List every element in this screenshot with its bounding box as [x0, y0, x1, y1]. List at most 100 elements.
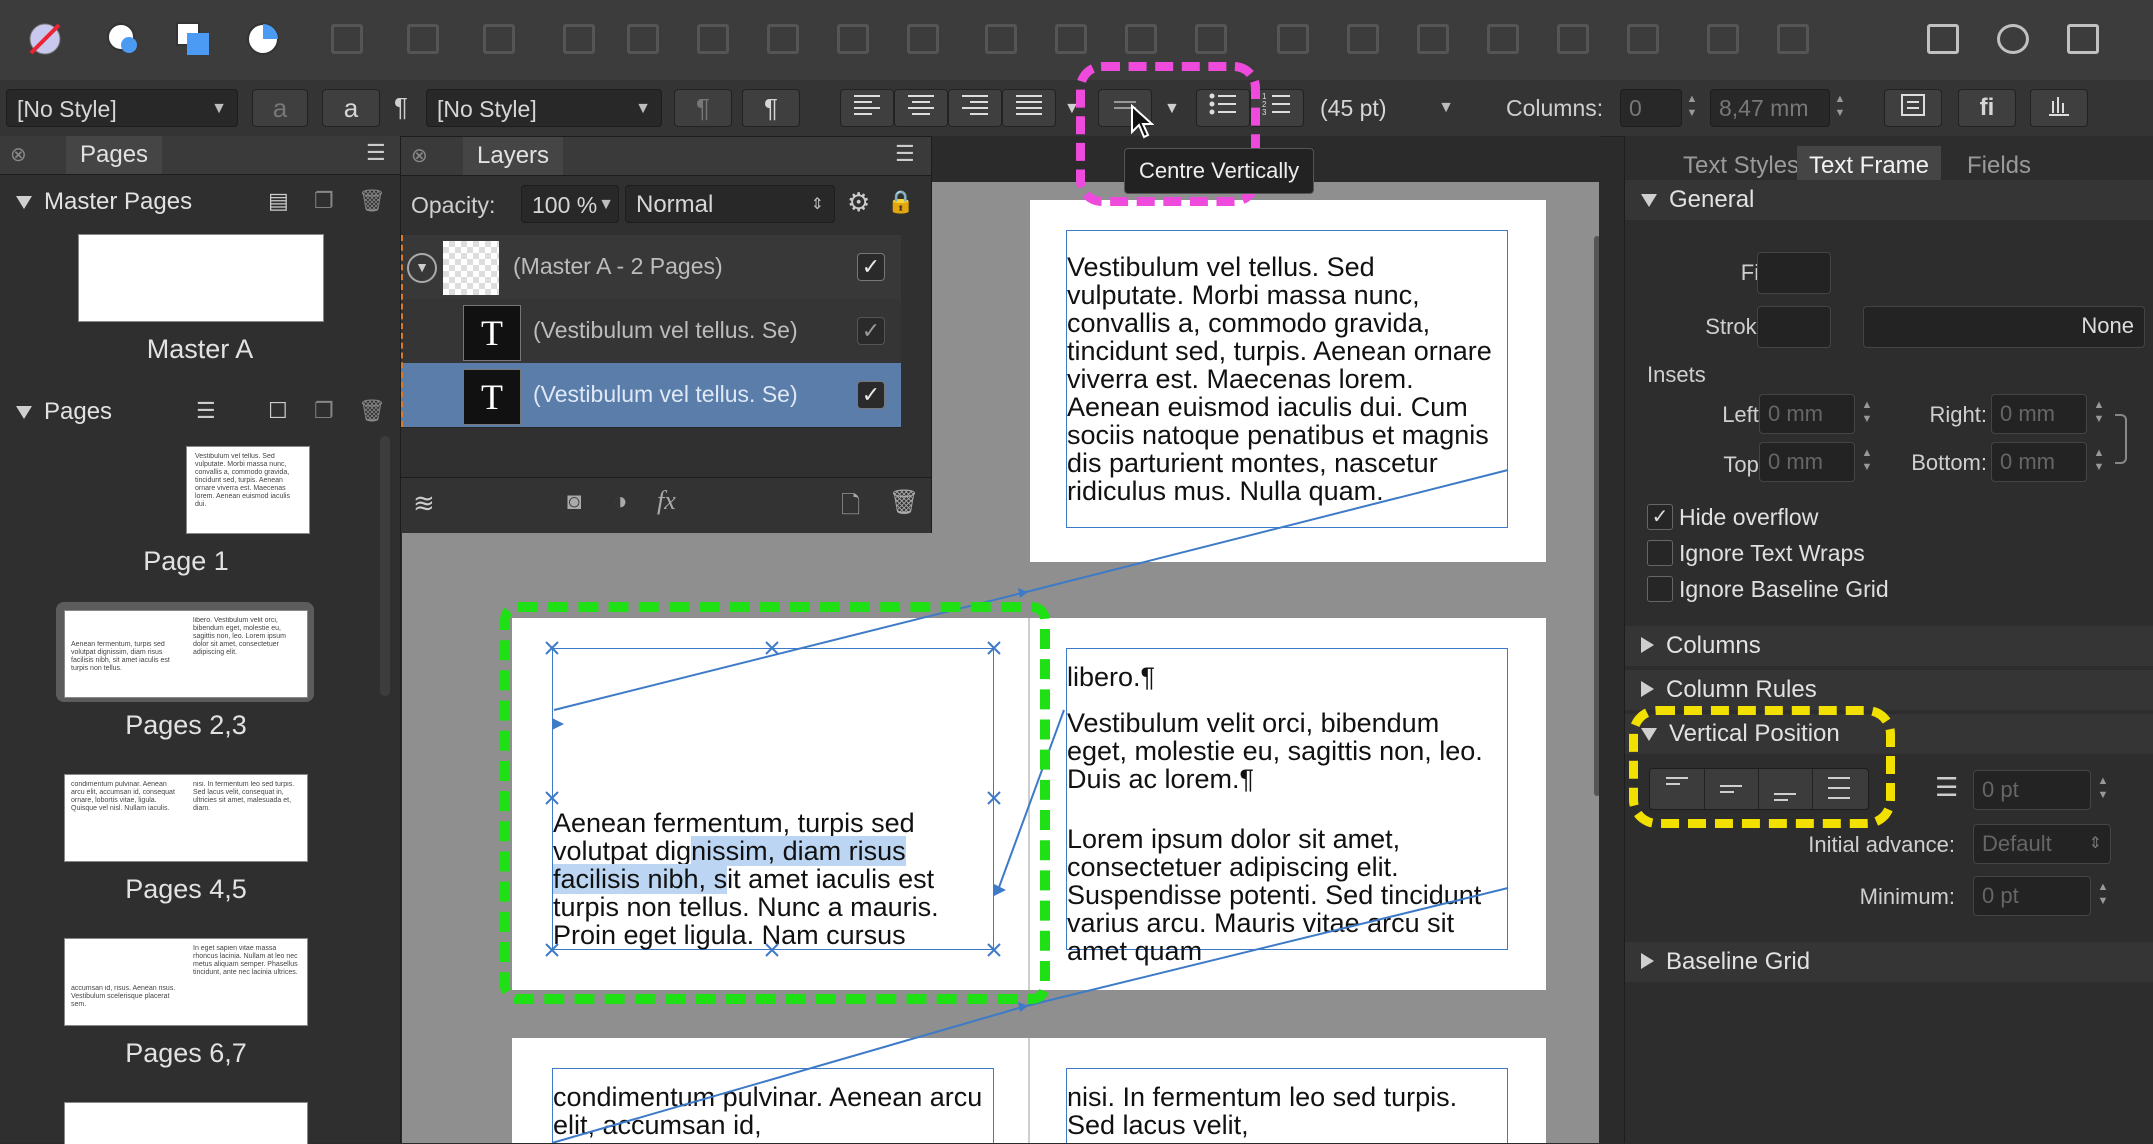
- align-left-text-button[interactable]: [840, 89, 894, 127]
- minimum-stepper[interactable]: ▲ ▼: [2095, 880, 2111, 908]
- layer-row-text-2[interactable]: T (Vestibulum vel tellus. Se) ✓: [401, 363, 901, 428]
- no-fill-icon[interactable]: [16, 12, 74, 66]
- rotate-right-icon[interactable]: [1182, 12, 1240, 66]
- delete-master-icon[interactable]: 🗑: [358, 188, 386, 214]
- columns-stepper[interactable]: ▲ ▼: [1684, 92, 1700, 120]
- combine-icon[interactable]: [1614, 12, 1672, 66]
- justify-text-button[interactable]: [1002, 89, 1056, 127]
- paragraph-style-dropdown[interactable]: [No Style] ▼: [426, 89, 662, 127]
- move-front-icon[interactable]: [1764, 12, 1822, 66]
- master-a-thumbnail[interactable]: [78, 234, 324, 322]
- move-back-icon[interactable]: [1694, 12, 1752, 66]
- column-rules-section-header[interactable]: Column Rules: [1625, 670, 2153, 710]
- rotate-left-icon[interactable]: [1112, 12, 1170, 66]
- bottom-inset-input[interactable]: 0 mm: [1991, 442, 2087, 482]
- align-left-icon[interactable]: [318, 12, 376, 66]
- gutter-stepper[interactable]: ▲ ▼: [1832, 92, 1848, 120]
- align-centre-icon[interactable]: [394, 12, 452, 66]
- pie-shape-icon[interactable]: [234, 12, 292, 66]
- mask-icon[interactable]: ◙: [567, 488, 582, 516]
- delete-page-icon[interactable]: 🗑: [358, 398, 386, 424]
- panel-menu-icon[interactable]: ☰: [366, 140, 386, 166]
- close-panel-icon[interactable]: ⊗: [10, 142, 27, 167]
- layer-visibility-checkbox[interactable]: ✓: [857, 253, 885, 281]
- baseline-grid-section-header[interactable]: Baseline Grid: [1625, 942, 2153, 982]
- link-insets-icon[interactable]: [2115, 414, 2127, 464]
- text-frame-tool-icon[interactable]: [1914, 12, 1972, 66]
- blend-mode-dropdown[interactable]: Normal ⇕: [625, 185, 835, 223]
- layer-row-master[interactable]: ▼ (Master A - 2 Pages) ✓: [401, 235, 901, 300]
- space-evenly-icon[interactable]: [894, 12, 952, 66]
- char-style-apply-button[interactable]: a: [322, 89, 380, 127]
- initial-advance-dropdown[interactable]: Default ⇕: [1973, 824, 2111, 864]
- gear-icon[interactable]: ⚙: [847, 187, 870, 218]
- stroke-swatch[interactable]: [1757, 306, 1831, 348]
- expand-layer-icon[interactable]: ▼: [407, 253, 437, 283]
- character-style-dropdown[interactable]: [No Style] ▼: [6, 89, 238, 127]
- page-1-thumbnail[interactable]: Vestibulum vel tellus. Sed vulputate. Mo…: [186, 446, 310, 534]
- align-bottom-icon[interactable]: [684, 12, 742, 66]
- ellipse-shape-icon[interactable]: [94, 12, 152, 66]
- canvas-scrollbar[interactable]: [1594, 236, 1599, 796]
- duplicate-master-icon[interactable]: ❐: [314, 188, 334, 214]
- flip-vertical-icon[interactable]: [1042, 12, 1100, 66]
- add-layer-icon[interactable]: 🗋: [841, 488, 860, 529]
- fx-icon[interactable]: fx: [657, 486, 676, 516]
- align-right-text-button[interactable]: [948, 89, 1002, 127]
- flip-horizontal-icon[interactable]: [972, 12, 1030, 66]
- align-centre-text-button[interactable]: [894, 89, 948, 127]
- align-middle-icon[interactable]: [614, 12, 672, 66]
- layer-visibility-checkbox[interactable]: ✓: [857, 381, 885, 409]
- tab-layers[interactable]: Layers: [463, 137, 564, 175]
- panel-menu-icon[interactable]: ☰: [895, 141, 915, 167]
- master-options-icon[interactable]: ▤: [268, 188, 289, 214]
- hide-overflow-checkbox[interactable]: ✓: [1647, 504, 1673, 530]
- columns-input[interactable]: 0: [1620, 89, 1682, 127]
- square-shape-icon[interactable]: [164, 12, 222, 66]
- duplicate-page-icon[interactable]: ❐: [314, 398, 334, 424]
- align-right-icon[interactable]: [470, 12, 528, 66]
- boolean-subtract-icon[interactable]: [1334, 12, 1392, 66]
- pages-2-3-thumbnail[interactable]: Aenean fermentum, turpis sed volutpat di…: [64, 610, 308, 698]
- pages-scrollbar[interactable]: [380, 436, 390, 696]
- right-inset-input[interactable]: 0 mm: [1991, 394, 2087, 434]
- distribute-h-icon[interactable]: [754, 12, 812, 66]
- ignore-baseline-grid-checkbox[interactable]: [1647, 576, 1673, 602]
- picture-frame-icon[interactable]: [2054, 12, 2112, 66]
- page-options-icon[interactable]: ☰: [196, 398, 216, 424]
- lock-icon[interactable]: 🔒: [887, 189, 914, 215]
- typography-button[interactable]: fi: [1958, 89, 2016, 127]
- boolean-intersect-icon[interactable]: [1404, 12, 1462, 66]
- adjustment-icon[interactable]: ◑: [613, 488, 628, 516]
- opacity-dropdown[interactable]: 100 % ▼: [521, 185, 619, 223]
- first-baseline-stepper[interactable]: ▲ ▼: [2095, 774, 2111, 802]
- general-section-header[interactable]: General: [1625, 180, 2153, 220]
- ignore-text-wraps-checkbox[interactable]: [1647, 540, 1673, 566]
- gutter-input[interactable]: 8,47 mm: [1710, 89, 1830, 127]
- first-baseline-input[interactable]: 0 pt: [1973, 770, 2091, 810]
- para-style-apply-button[interactable]: ¶: [742, 89, 800, 127]
- text-wrap-icon[interactable]: [1984, 12, 2042, 66]
- boolean-xor-icon[interactable]: [1474, 12, 1532, 66]
- leading-dropdown[interactable]: (45 pt) ▼: [1310, 89, 1458, 127]
- boolean-divide-icon[interactable]: [1544, 12, 1602, 66]
- close-panel-icon[interactable]: ⊗: [411, 143, 428, 168]
- tab-pages[interactable]: Pages: [66, 136, 163, 174]
- layers-stack-icon[interactable]: ≋: [413, 488, 435, 519]
- master-pages-header[interactable]: Master Pages: [0, 182, 400, 222]
- top-inset-stepper[interactable]: ▲ ▼: [1859, 446, 1875, 474]
- layer-visibility-checkbox[interactable]: ✓: [857, 317, 885, 345]
- stroke-width-field[interactable]: None: [1863, 306, 2145, 348]
- distribute-v-icon[interactable]: [824, 12, 882, 66]
- align-top-icon[interactable]: [550, 12, 608, 66]
- left-inset-input[interactable]: 0 mm: [1759, 394, 1855, 434]
- columns-section-header[interactable]: Columns: [1625, 626, 2153, 666]
- bottom-inset-stepper[interactable]: ▲ ▼: [2091, 446, 2107, 474]
- pages-8-9-thumbnail[interactable]: [64, 1102, 308, 1144]
- top-inset-input[interactable]: 0 mm: [1759, 442, 1855, 482]
- boolean-add-icon[interactable]: [1264, 12, 1322, 66]
- right-inset-stepper[interactable]: ▲ ▼: [2091, 398, 2107, 426]
- pages-4-5-thumbnail[interactable]: condimentum pulvinar. Aenean arcu elit, …: [64, 774, 308, 862]
- minimum-input[interactable]: 0 pt: [1973, 876, 2091, 916]
- para-style-clear-button[interactable]: ¶: [674, 89, 732, 127]
